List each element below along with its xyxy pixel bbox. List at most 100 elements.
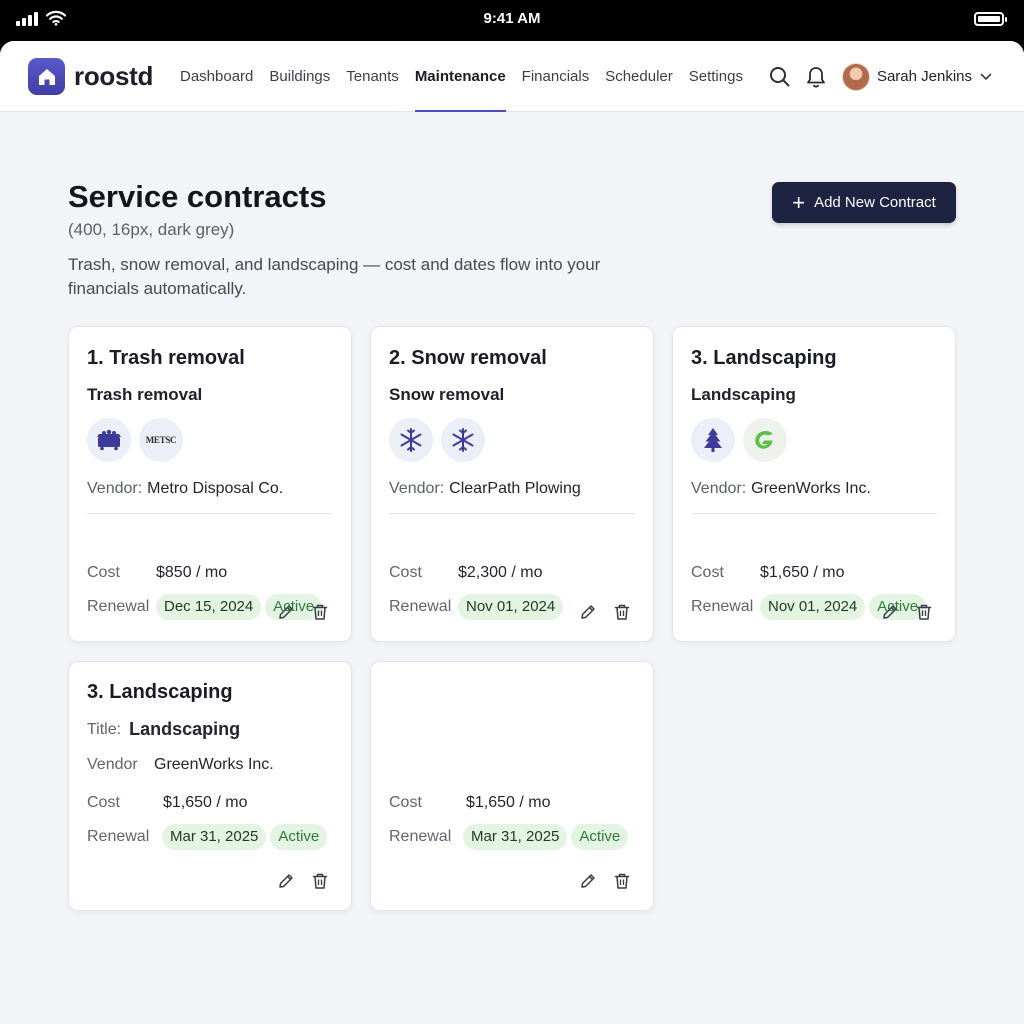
house-icon bbox=[28, 58, 65, 95]
trash-icon[interactable] bbox=[915, 603, 933, 621]
vendor-value: GreenWorks Inc. bbox=[751, 480, 871, 497]
page-note: (400, 16px, dark grey) bbox=[68, 220, 235, 239]
vendor-label: Vendor: bbox=[87, 480, 143, 497]
device-frame: 9:41 AM roostd Dashboard Buildings Tenan… bbox=[0, 0, 1024, 1024]
chevron-down-icon bbox=[980, 73, 992, 80]
plus-icon: + bbox=[792, 189, 806, 215]
renewal-row: Renewal Nov 01, 2024 bbox=[389, 594, 564, 620]
divider bbox=[87, 513, 333, 514]
bell-icon[interactable] bbox=[804, 65, 828, 89]
card-icons bbox=[691, 418, 795, 462]
renewal-date-chip: Mar 31, 2025 bbox=[162, 824, 267, 850]
cost-row: Cost $1,650 / mo bbox=[389, 794, 551, 812]
card-actions bbox=[579, 603, 631, 621]
cost-label: Cost bbox=[87, 564, 120, 581]
trash-icon[interactable] bbox=[613, 603, 631, 621]
card-icons: METSC bbox=[87, 418, 191, 462]
app-screen: roostd Dashboard Buildings Tenants Maint… bbox=[0, 41, 1024, 1024]
search-icon[interactable] bbox=[768, 65, 792, 89]
nav-links: Dashboard Buildings Tenants Maintenance … bbox=[180, 41, 759, 112]
page-description: Trash, snow removal, and landscaping — c… bbox=[68, 255, 601, 298]
nav-settings[interactable]: Settings bbox=[689, 41, 743, 112]
vendor-row: Vendor: GreenWorks Inc. bbox=[691, 480, 871, 498]
vendor-label: Vendor bbox=[87, 756, 138, 773]
user-menu[interactable]: Sarah Jenkins bbox=[841, 62, 992, 91]
edit-icon[interactable] bbox=[277, 872, 295, 890]
contract-card-untitled[interactable]: Cost $1,650 / mo Renewal Mar 31, 2025 Ac… bbox=[370, 661, 654, 911]
user-name: Sarah Jenkins bbox=[876, 68, 972, 85]
card-title: 1. Trash removal bbox=[87, 347, 245, 369]
card-actions bbox=[277, 603, 329, 621]
card-subtitle: Landscaping bbox=[691, 385, 796, 404]
top-navigation: roostd Dashboard Buildings Tenants Maint… bbox=[0, 41, 1024, 112]
contract-card-landscaping[interactable]: 3. Landscaping Landscaping Vendor: GreenW… bbox=[672, 326, 956, 642]
cost-value: $2,300 / mo bbox=[458, 564, 543, 581]
nav-tenants[interactable]: Tenants bbox=[346, 41, 399, 112]
trash-icon[interactable] bbox=[311, 872, 329, 890]
cost-label: Cost bbox=[389, 564, 422, 581]
renewal-date-chip: Nov 01, 2024 bbox=[458, 594, 564, 620]
renewal-label: Renewal bbox=[389, 828, 452, 845]
metsc-logo: METSC bbox=[139, 418, 183, 462]
cost-row: Cost $1,650 / mo bbox=[87, 794, 248, 812]
contract-card-trash[interactable]: 1. Trash removal Trash removal METSC Ven… bbox=[68, 326, 352, 642]
add-new-contract-button[interactable]: + Add New Contract bbox=[772, 182, 956, 223]
cost-value: $1,650 / mo bbox=[163, 794, 248, 811]
card-icons bbox=[389, 418, 493, 462]
title-value: Landscaping bbox=[129, 719, 241, 739]
cost-label: Cost bbox=[389, 794, 422, 811]
app-logo[interactable]: roostd bbox=[28, 58, 153, 95]
nav-financials[interactable]: Financials bbox=[522, 41, 590, 112]
edit-icon[interactable] bbox=[277, 603, 295, 621]
cost-row: Cost $850 / mo bbox=[87, 564, 227, 582]
edit-icon[interactable] bbox=[579, 872, 597, 890]
cost-value: $1,650 / mo bbox=[466, 794, 551, 811]
vendor-value: GreenWorks Inc. bbox=[154, 756, 274, 773]
greenworks-logo bbox=[743, 418, 787, 462]
vendor-value: ClearPath Plowing bbox=[449, 480, 581, 497]
edit-icon[interactable] bbox=[579, 603, 597, 621]
status-badge: Active bbox=[571, 824, 629, 850]
vendor-label: Vendor: bbox=[389, 480, 445, 497]
trash-icon[interactable] bbox=[311, 603, 329, 621]
status-time: 9:41 AM bbox=[483, 10, 541, 27]
vendor-row: Vendor: Metro Disposal Co. bbox=[87, 480, 283, 498]
status-bar: 9:41 AM bbox=[0, 0, 1024, 40]
divider bbox=[389, 513, 635, 514]
renewal-label: Renewal bbox=[389, 598, 452, 615]
cost-label: Cost bbox=[87, 794, 120, 811]
renewal-row: Renewal Mar 31, 2025 Active bbox=[389, 824, 629, 850]
card-actions bbox=[579, 872, 631, 890]
contract-card-snow[interactable]: 2. Snow removal Snow removal Vendor: Clea… bbox=[370, 326, 654, 642]
tree-icon bbox=[691, 418, 735, 462]
card-subtitle: Trash removal bbox=[87, 385, 203, 404]
dumpster-icon bbox=[87, 418, 131, 462]
vendor-value: Metro Disposal Co. bbox=[147, 480, 284, 497]
card-actions bbox=[881, 603, 933, 621]
cost-label: Cost bbox=[691, 564, 724, 581]
title-row: Title: Landscaping bbox=[87, 719, 240, 740]
nav-maintenance[interactable]: Maintenance bbox=[414, 41, 506, 112]
renewal-date-chip: Mar 31, 2025 bbox=[463, 824, 568, 850]
avatar bbox=[841, 62, 870, 91]
cost-value: $850 / mo bbox=[156, 564, 228, 581]
edit-icon[interactable] bbox=[881, 603, 899, 621]
vendor-label: Vendor: bbox=[691, 480, 747, 497]
snowflake-icon bbox=[441, 418, 485, 462]
trash-icon[interactable] bbox=[613, 872, 631, 890]
add-button-label: Add New Contract bbox=[814, 194, 936, 211]
renewal-date-chip: Dec 15, 2024 bbox=[156, 594, 262, 620]
renewal-label: Renewal bbox=[87, 598, 150, 615]
card-actions bbox=[277, 872, 329, 890]
card-title: 3. Landscaping bbox=[691, 347, 837, 369]
vendor-row: Vendor GreenWorks Inc. bbox=[87, 756, 274, 774]
app-name: roostd bbox=[74, 61, 154, 91]
contract-card-landscaping-2[interactable]: 3. Landscaping Title: Landscaping Vendor… bbox=[68, 661, 352, 911]
nav-scheduler[interactable]: Scheduler bbox=[605, 41, 673, 112]
cost-row: Cost $2,300 / mo bbox=[389, 564, 543, 582]
cost-value: $1,650 / mo bbox=[760, 564, 845, 581]
nav-dashboard[interactable]: Dashboard bbox=[180, 41, 253, 112]
nav-buildings[interactable]: Buildings bbox=[269, 41, 330, 112]
card-title: 3. Landscaping bbox=[87, 681, 233, 703]
vendor-row: Vendor: ClearPath Plowing bbox=[389, 480, 581, 498]
